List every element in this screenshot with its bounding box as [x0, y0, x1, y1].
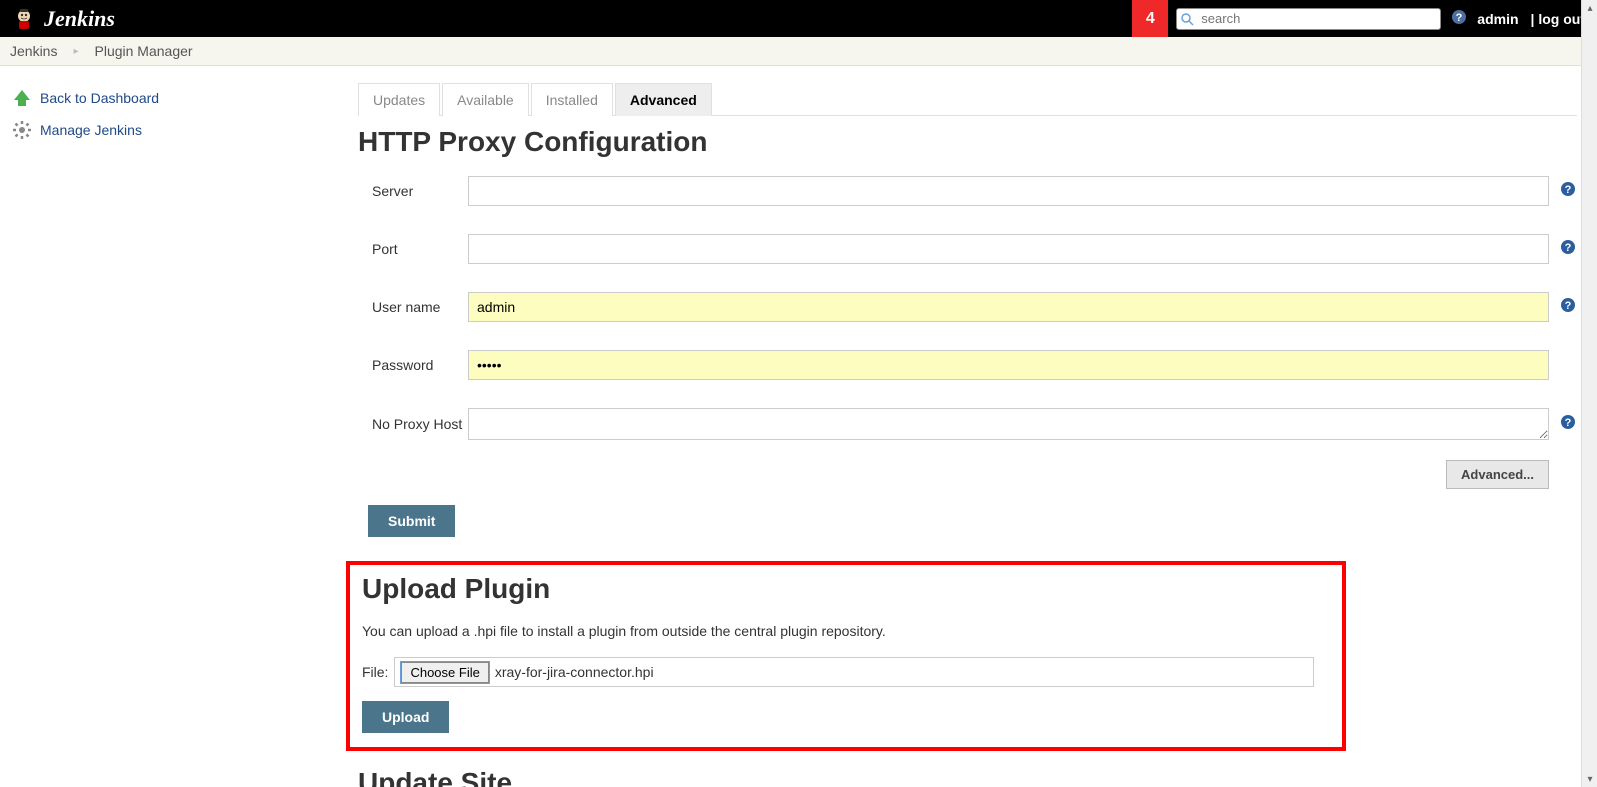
jenkins-logo-icon[interactable]	[12, 7, 36, 31]
tab-advanced[interactable]: Advanced	[615, 83, 712, 116]
svg-text:?: ?	[1565, 242, 1572, 254]
upload-button[interactable]: Upload	[362, 701, 449, 733]
tab-installed[interactable]: Installed	[531, 83, 613, 116]
notification-badge[interactable]: 4	[1132, 0, 1168, 37]
svg-text:?: ?	[1565, 300, 1572, 312]
help-icon[interactable]: ?	[1559, 239, 1577, 259]
help-icon[interactable]: ?	[1559, 181, 1577, 201]
upload-heading: Upload Plugin	[362, 573, 1330, 605]
svg-text:?: ?	[1456, 12, 1463, 24]
tabbar: Updates Available Installed Advanced	[358, 82, 1577, 116]
arrow-up-icon	[12, 88, 32, 108]
main-content: Updates Available Installed Advanced HTT…	[350, 66, 1597, 787]
choose-file-button[interactable]: Choose File	[401, 662, 488, 683]
password-input[interactable]	[468, 350, 1549, 380]
sidebar-item-label: Manage Jenkins	[40, 122, 142, 138]
update-site-heading: Update Site	[358, 767, 1577, 787]
submit-button[interactable]: Submit	[368, 505, 455, 537]
username-label: User name	[358, 299, 468, 315]
tab-updates[interactable]: Updates	[358, 83, 440, 116]
sidebar-item-label: Back to Dashboard	[40, 90, 159, 106]
search-box	[1176, 8, 1441, 30]
help-icon[interactable]: ?	[1451, 9, 1467, 29]
help-icon[interactable]: ?	[1559, 297, 1577, 317]
logout-link[interactable]: | log out	[1531, 11, 1585, 27]
file-label: File:	[362, 664, 388, 680]
user-link[interactable]: admin	[1477, 11, 1518, 27]
upload-plugin-section: Upload Plugin You can upload a .hpi file…	[346, 561, 1346, 751]
upload-description: You can upload a .hpi file to install a …	[362, 623, 1330, 639]
header: Jenkins 4 ? admin | log out	[0, 0, 1597, 37]
selected-filename: xray-for-jira-connector.hpi	[495, 664, 654, 680]
port-label: Port	[358, 241, 468, 257]
sidebar: Back to Dashboard Manage Jenkins	[0, 66, 350, 787]
breadcrumb-root[interactable]: Jenkins	[10, 43, 57, 59]
gear-icon	[12, 120, 32, 140]
port-input[interactable]	[468, 234, 1549, 264]
search-input[interactable]	[1176, 8, 1441, 30]
chevron-right-icon: ▸	[73, 46, 78, 57]
proxy-heading: HTTP Proxy Configuration	[358, 126, 1577, 158]
advanced-button[interactable]: Advanced...	[1446, 460, 1549, 489]
server-input[interactable]	[468, 176, 1549, 206]
svg-text:?: ?	[1565, 417, 1572, 429]
password-label: Password	[358, 357, 468, 373]
scroll-up-icon[interactable]: ▴	[1582, 0, 1597, 16]
sidebar-back-dashboard[interactable]: Back to Dashboard	[12, 82, 350, 114]
breadcrumb-current[interactable]: Plugin Manager	[95, 43, 193, 59]
svg-text:?: ?	[1565, 184, 1572, 196]
scroll-down-icon[interactable]: ▾	[1582, 771, 1597, 787]
breadcrumb: Jenkins ▸ Plugin Manager	[0, 37, 1597, 66]
file-input[interactable]: Choose File xray-for-jira-connector.hpi	[394, 657, 1314, 687]
scrollbar[interactable]: ▴ ▾	[1581, 0, 1597, 787]
noproxy-input[interactable]	[468, 408, 1549, 440]
sidebar-manage-jenkins[interactable]: Manage Jenkins	[12, 114, 350, 146]
noproxy-label: No Proxy Host	[358, 416, 468, 432]
brand-title[interactable]: Jenkins	[44, 6, 115, 32]
help-icon[interactable]: ?	[1559, 414, 1577, 434]
server-label: Server	[358, 183, 468, 199]
tab-available[interactable]: Available	[442, 83, 529, 116]
search-icon	[1180, 12, 1194, 26]
username-input[interactable]	[468, 292, 1549, 322]
